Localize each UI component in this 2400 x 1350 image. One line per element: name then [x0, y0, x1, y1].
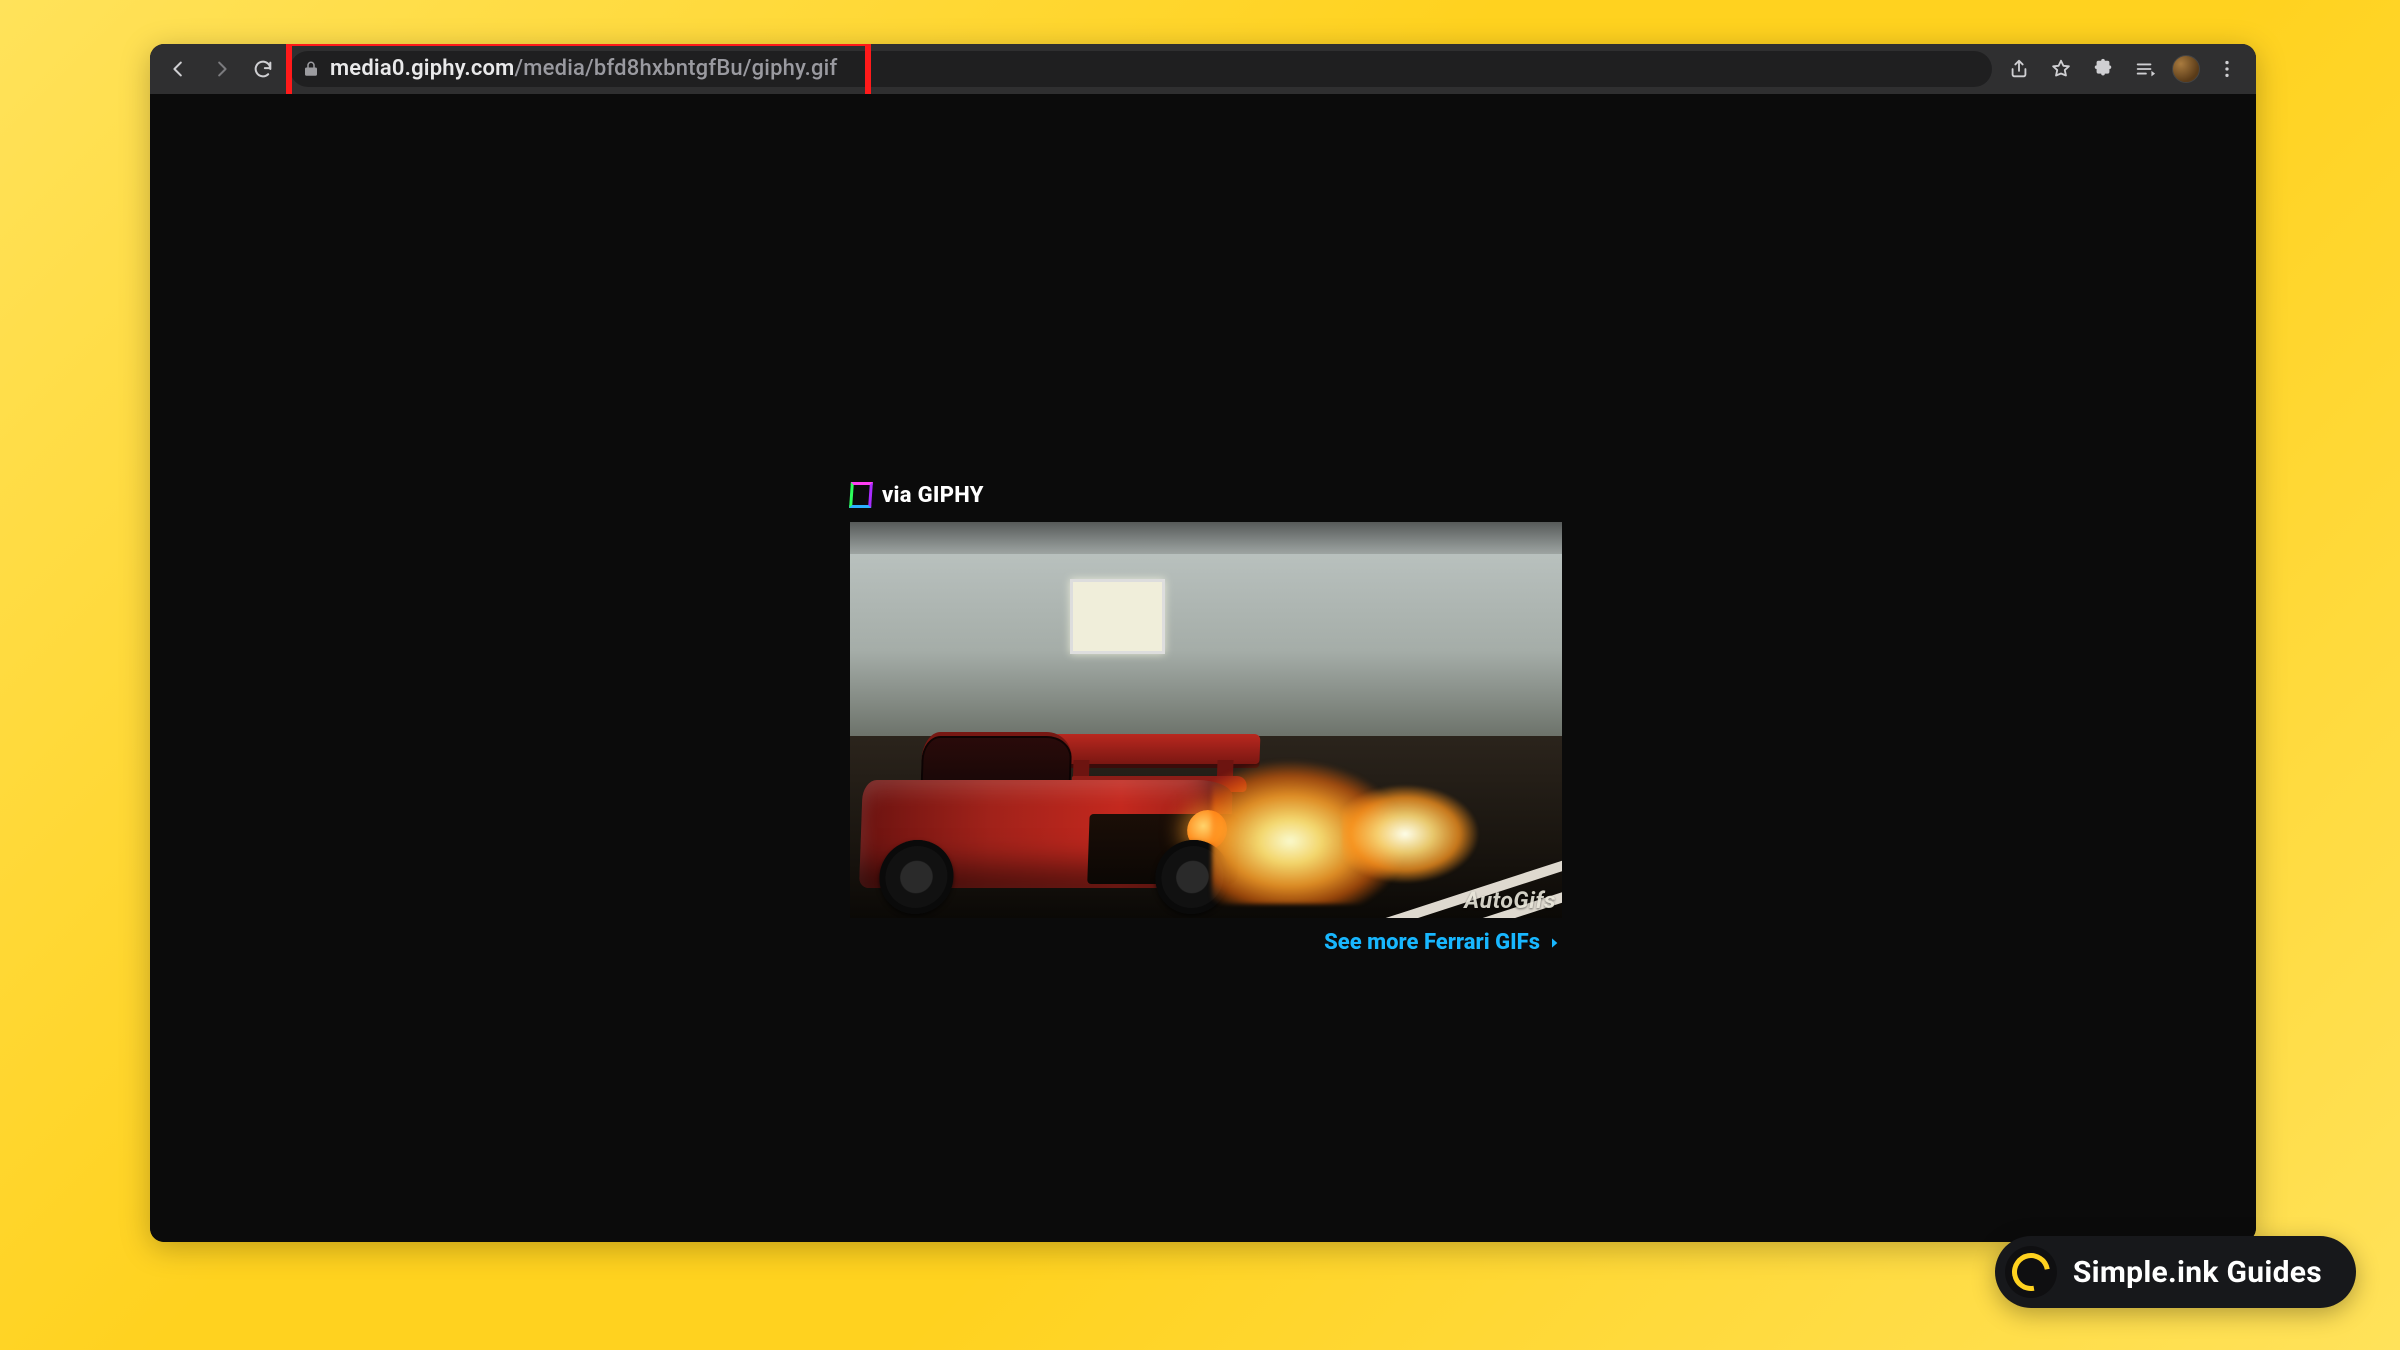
url-path: /media/bfd8hxbntgfBu/giphy.gif [515, 58, 838, 80]
chevron-right-icon [1546, 935, 1562, 951]
scene-light-panel [1070, 579, 1165, 654]
browser-window: media0.giphy.com/media/bfd8hxbntgfBu/gip… [150, 44, 2256, 1242]
media-controls-button[interactable] [2130, 54, 2160, 84]
via-giphy-bar[interactable]: via GIPHY [850, 478, 1562, 512]
ferrari-car [858, 694, 1256, 914]
menu-button[interactable] [2212, 54, 2242, 84]
nav-button-group [164, 54, 278, 84]
url-domain: media0.giphy.com [330, 58, 515, 80]
reload-icon [252, 58, 274, 80]
back-arrow-icon [168, 58, 190, 80]
toolbar-right-group [2004, 54, 2242, 84]
kebab-menu-icon [2216, 58, 2238, 80]
via-giphy-label: via GIPHY [882, 483, 984, 508]
share-icon [2008, 58, 2030, 80]
gif-watermark: AutoGifs [1464, 887, 1556, 914]
scene-ceiling-shadow [850, 522, 1562, 554]
profile-avatar[interactable] [2172, 55, 2200, 83]
exhaust-flame-core [1342, 768, 1522, 888]
star-icon [2050, 58, 2072, 80]
browser-toolbar: media0.giphy.com/media/bfd8hxbntgfBu/gip… [150, 44, 2256, 94]
bookmark-button[interactable] [2046, 54, 2076, 84]
simpleink-badge [2005, 1246, 2057, 1298]
address-bar-url: media0.giphy.com/media/bfd8hxbntgfBu/gip… [330, 58, 1980, 80]
see-more-gifs-label: See more Ferrari GIFs [1324, 930, 1540, 955]
back-button[interactable] [164, 54, 194, 84]
extensions-button[interactable] [2088, 54, 2118, 84]
share-button[interactable] [2004, 54, 2034, 84]
puzzle-icon [2092, 58, 2114, 80]
lock-icon [302, 60, 320, 78]
forward-button[interactable] [206, 54, 236, 84]
address-bar[interactable]: media0.giphy.com/media/bfd8hxbntgfBu/gip… [290, 51, 1992, 87]
simpleink-guides-pill[interactable]: Simple.ink Guides [1995, 1236, 2356, 1308]
giphy-logo-icon [850, 482, 872, 508]
page-viewport: via GIPHY [150, 94, 2256, 1242]
gif-image[interactable]: AutoGifs [850, 522, 1562, 918]
forward-arrow-icon [210, 58, 232, 80]
see-more-gifs-link[interactable]: See more Ferrari GIFs [850, 930, 1562, 955]
simpleink-ring-icon [2004, 1246, 2057, 1299]
gif-content-container: via GIPHY [850, 478, 1562, 955]
media-controls-icon [2134, 58, 2156, 80]
simpleink-guides-label: Simple.ink Guides [2073, 1255, 2322, 1290]
slide-stage: media0.giphy.com/media/bfd8hxbntgfBu/gip… [0, 0, 2400, 1350]
reload-button[interactable] [248, 54, 278, 84]
